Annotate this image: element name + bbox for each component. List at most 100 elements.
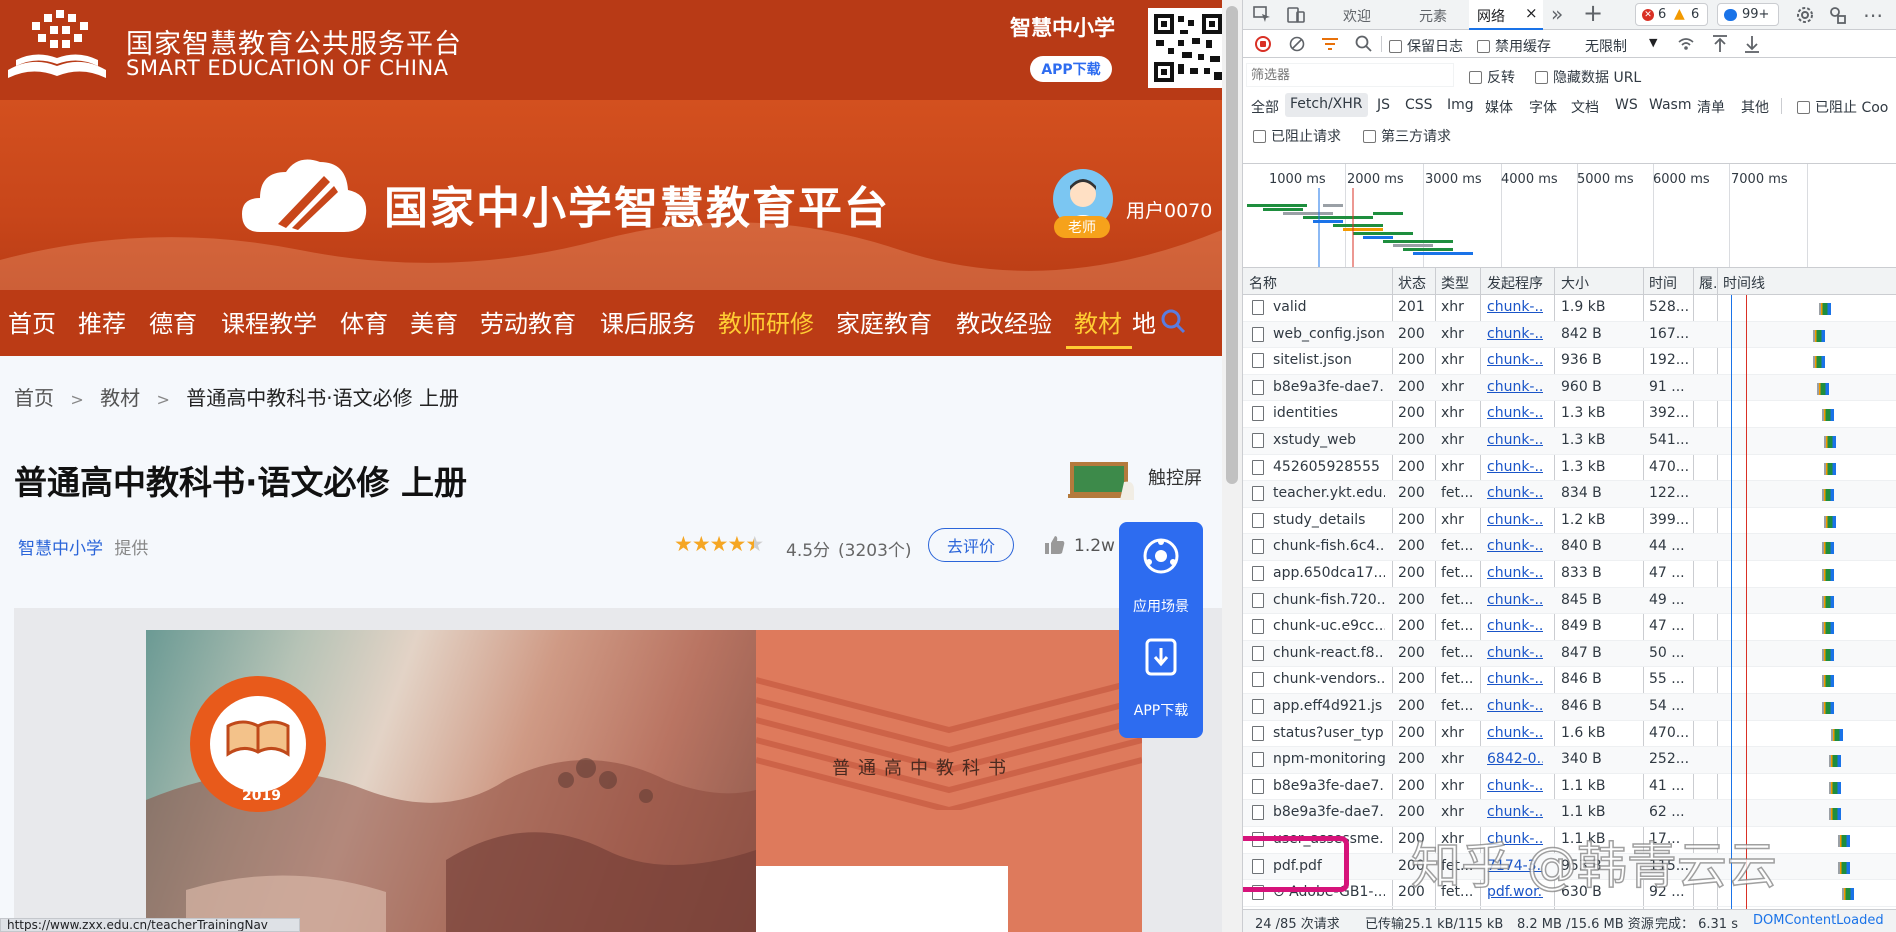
nav-item[interactable]: 教师研修 <box>718 304 814 340</box>
request-initiator[interactable]: chunk-... <box>1487 538 1543 554</box>
more-options-icon[interactable]: ⋯ <box>1863 3 1883 27</box>
add-tab-icon[interactable]: + <box>1583 0 1603 27</box>
network-conditions-icon[interactable] <box>1677 35 1695 53</box>
app-scene-icon[interactable] <box>1143 538 1179 574</box>
settings-gear-icon[interactable] <box>1795 5 1815 25</box>
request-initiator[interactable]: chunk-... <box>1487 432 1543 448</box>
app-download-badge[interactable]: APP下载 <box>1030 56 1112 82</box>
disable-cache-checkbox[interactable]: 禁用缓存 <box>1477 36 1551 56</box>
request-initiator[interactable]: chunk-... <box>1487 592 1543 608</box>
nav-item[interactable]: 家庭教育 <box>836 304 932 340</box>
type-filter[interactable]: 媒体 <box>1485 97 1513 117</box>
record-icon[interactable] <box>1255 36 1271 52</box>
column-header-time[interactable]: 时间 <box>1649 273 1677 293</box>
request-initiator[interactable]: chunk-... <box>1487 512 1543 528</box>
preserve-log-checkbox[interactable]: 保留日志 <box>1389 36 1463 56</box>
column-header-status[interactable]: 状态 <box>1398 273 1426 293</box>
logo-icon[interactable] <box>2 8 112 84</box>
request-row[interactable]: npm-monitoring 200 xhr 6842-0... 340 B 252... <box>1243 747 1896 774</box>
nav-item[interactable]: 首页 <box>8 304 56 340</box>
third-party-checkbox[interactable]: 第三方请求 <box>1363 126 1451 146</box>
type-filter[interactable]: 文档 <box>1571 97 1599 117</box>
column-header-initiator[interactable]: 发起程序 <box>1487 273 1543 293</box>
export-har-icon[interactable] <box>1743 34 1761 54</box>
overview-timeline[interactable]: 1000 ms 2000 ms 3000 ms 4000 ms 5000 ms 6000 … <box>1243 164 1896 268</box>
blocked-requests-checkbox[interactable]: 已阻止请求 <box>1253 126 1341 146</box>
request-initiator[interactable]: 6842-0... <box>1487 751 1543 767</box>
request-initiator[interactable]: chunk-... <box>1487 671 1543 687</box>
user-name[interactable]: 用户0070 <box>1126 196 1212 223</box>
request-row[interactable]: study_details 200 xhr chunk-... 1.2 kB 399... <box>1243 508 1896 535</box>
request-row[interactable]: xstudy_web 200 xhr chunk-... 1.3 kB 541... <box>1243 428 1896 455</box>
column-header-fulfilled[interactable]: 履. <box>1699 273 1717 293</box>
request-row[interactable]: b8e9a3fe-dae7... 200 xhr chunk-... 1.1 kB 62 … <box>1243 800 1896 827</box>
app-download-icon[interactable] <box>1145 638 1177 676</box>
type-filter[interactable]: 清单 <box>1697 97 1725 117</box>
request-row[interactable]: sitelist.json 200 xhr chunk-... 936 B 192... <box>1243 348 1896 375</box>
import-har-icon[interactable] <box>1711 34 1729 54</box>
nav-item[interactable]: 体育 <box>340 304 388 340</box>
type-filter[interactable]: 其他 <box>1741 97 1769 117</box>
nav-item[interactable]: 德育 <box>149 304 197 340</box>
request-row[interactable]: identities 200 xhr chunk-... 1.3 kB 392... <box>1243 401 1896 428</box>
page-scrollbar[interactable] <box>1222 0 1242 932</box>
type-filter[interactable]: 字体 <box>1529 97 1557 117</box>
app-scene-label[interactable]: 应用场景 <box>1119 596 1203 616</box>
tab-network[interactable]: 网络 × <box>1469 0 1543 30</box>
request-initiator[interactable]: chunk-... <box>1487 645 1543 661</box>
more-tabs-icon[interactable]: » <box>1551 2 1563 26</box>
filter-icon[interactable] <box>1321 36 1339 52</box>
column-header-size[interactable]: 大小 <box>1561 273 1589 293</box>
type-filter[interactable]: WS <box>1615 97 1638 113</box>
request-initiator[interactable]: chunk-... <box>1487 565 1543 581</box>
rating-stars[interactable]: ★★★★★ <box>674 532 764 556</box>
column-header-waterfall[interactable]: 时间线 <box>1723 273 1765 293</box>
hide-data-urls-checkbox[interactable]: 隐藏数据 URL <box>1535 67 1641 87</box>
request-initiator[interactable]: chunk-... <box>1487 725 1543 741</box>
request-initiator[interactable]: chunk-... <box>1487 299 1543 315</box>
request-initiator[interactable]: chunk-... <box>1487 778 1543 794</box>
request-initiator[interactable]: chunk-... <box>1487 405 1543 421</box>
tab-welcome[interactable]: 欢迎 <box>1343 6 1371 26</box>
app-download-label[interactable]: APP下载 <box>1119 700 1203 720</box>
rate-button[interactable]: 去评价 <box>928 528 1014 562</box>
request-initiator[interactable]: chunk-... <box>1487 352 1543 368</box>
nav-item[interactable]: 课后服务 <box>600 304 696 340</box>
request-row[interactable]: app.650dca17.... 200 fet... chunk-... 833 B 4… <box>1243 561 1896 588</box>
inspect-element-icon[interactable] <box>1253 6 1271 24</box>
like-icon[interactable] <box>1044 534 1066 556</box>
request-initiator[interactable]: chunk-... <box>1487 698 1543 714</box>
nav-item[interactable]: 教改经验 <box>956 304 1052 340</box>
issue-counter[interactable]: ✕ 6 ▲ 6 <box>1635 3 1708 26</box>
nav-item[interactable]: 教材 <box>1074 304 1122 340</box>
nav-item[interactable]: 地 <box>1132 304 1156 340</box>
column-header-type[interactable]: 类型 <box>1441 273 1469 293</box>
breadcrumb-home[interactable]: 首页 <box>14 386 54 410</box>
search-icon[interactable] <box>1355 35 1373 53</box>
request-initiator[interactable]: chunk-... <box>1487 804 1543 820</box>
invert-checkbox[interactable]: 反转 <box>1469 67 1515 87</box>
throttle-select[interactable]: 无限制 ▼ <box>1579 33 1667 55</box>
type-filter[interactable]: Img <box>1447 97 1474 113</box>
request-row[interactable]: status?user_typ... 200 xhr chunk-... 1.6 kB 4… <box>1243 721 1896 748</box>
request-row[interactable]: web_config.json 200 xhr chunk-... 842 B 167..… <box>1243 321 1896 349</box>
filter-input[interactable] <box>1246 63 1454 87</box>
column-header-name[interactable]: 名称 <box>1249 273 1277 293</box>
request-row[interactable]: chunk-fish.6c4... 200 fet... chunk-... 840 B… <box>1243 534 1896 561</box>
customize-devtools-icon[interactable] <box>1828 5 1848 25</box>
request-initiator[interactable]: chunk-... <box>1487 379 1543 395</box>
request-row[interactable]: b8e9a3fe-dae7... 200 xhr chunk-... 1.1 kB 41 … <box>1243 774 1896 801</box>
request-row[interactable]: app.eff4d921.js 200 fet... chunk-... 846 B 54… <box>1243 694 1896 721</box>
type-filter[interactable]: CSS <box>1405 97 1433 113</box>
nav-item[interactable]: 课程教学 <box>221 304 317 340</box>
request-initiator[interactable]: chunk-... <box>1487 326 1543 342</box>
request-row[interactable]: chunk-fish.720... 200 fet... chunk-... 845 B… <box>1243 587 1896 615</box>
request-row[interactable]: chunk-vendors.... 200 fet... chunk-... 846 B… <box>1243 667 1896 694</box>
request-initiator[interactable]: chunk-... <box>1487 618 1543 634</box>
type-filter[interactable]: Wasm <box>1649 97 1691 113</box>
touch-screen-icon[interactable] <box>1068 460 1138 502</box>
clear-icon[interactable] <box>1289 36 1305 52</box>
request-row[interactable]: b8e9a3fe-dae7... 200 xhr chunk-... 960 B 91 .… <box>1243 374 1896 402</box>
device-toolbar-icon[interactable] <box>1287 6 1305 24</box>
request-row[interactable]: 452605928555 200 xhr chunk-... 1.3 kB 470... <box>1243 455 1896 482</box>
